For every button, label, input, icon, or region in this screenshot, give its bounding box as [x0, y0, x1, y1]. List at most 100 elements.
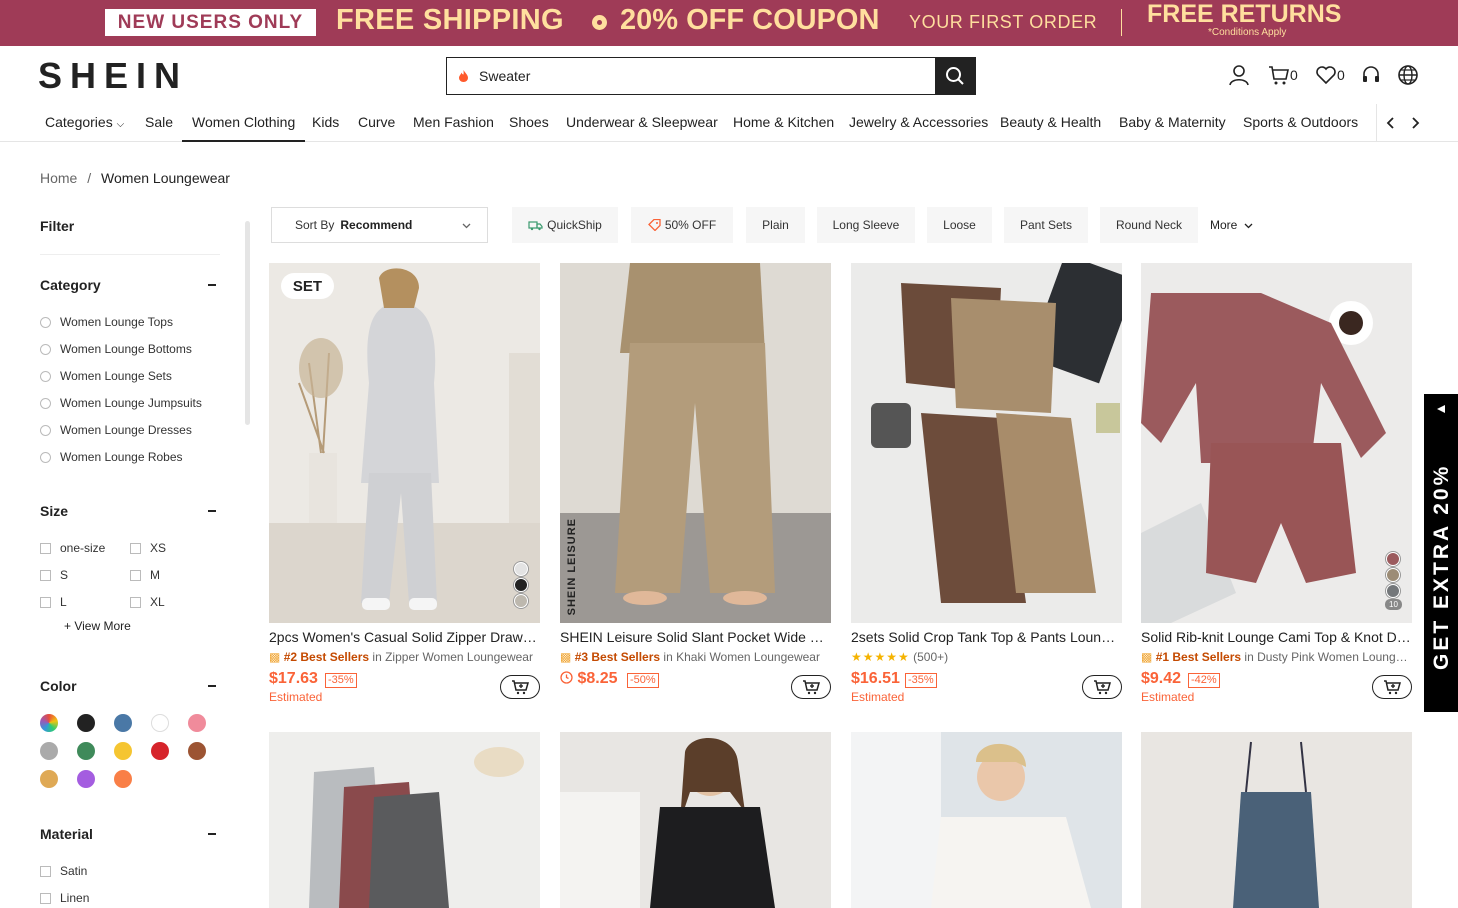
search-bar[interactable]	[446, 57, 976, 95]
color-swatch[interactable]	[114, 770, 132, 788]
filter-chip-long-sleeve[interactable]: Long Sleeve	[817, 207, 915, 243]
nav-sale[interactable]: Sale	[145, 104, 173, 142]
category-option[interactable]: Women Lounge Jumpsuits	[40, 396, 202, 410]
color-swatch[interactable]	[40, 742, 58, 760]
filter-chip-50-off[interactable]: 50% OFF	[631, 207, 733, 243]
search-button[interactable]	[935, 58, 975, 94]
product-image[interactable]	[560, 732, 831, 908]
promo-banner[interactable]: NEW USERS ONLY FREE SHIPPING 20% OFF COU…	[0, 0, 1458, 46]
add-to-cart-button[interactable]	[1082, 675, 1122, 699]
size-option[interactable]: S	[40, 568, 68, 582]
variant-swatch[interactable]	[514, 562, 528, 576]
variant-swatch[interactable]	[514, 594, 528, 608]
product-image[interactable]: SET	[269, 263, 540, 623]
product-image[interactable]: SHEIN LEISURE	[560, 263, 831, 623]
category-option[interactable]: Women Lounge Bottoms	[40, 342, 192, 356]
globe-icon[interactable]	[1397, 63, 1419, 87]
variant-swatch[interactable]	[1386, 568, 1400, 582]
nav-kids[interactable]: Kids	[312, 104, 339, 142]
color-swatch[interactable]	[77, 742, 95, 760]
product-title[interactable]: SHEIN Leisure Solid Slant Pocket Wide Le…	[560, 629, 831, 645]
sidebar-scrollbar[interactable]	[245, 221, 250, 425]
add-to-cart-button[interactable]	[791, 675, 831, 699]
best-seller-line[interactable]: ▩ #2 Best Sellers in Zipper Women Lounge…	[269, 650, 540, 664]
filter-chip-pant-sets[interactable]: Pant Sets	[1004, 207, 1088, 243]
collapse-size-icon[interactable]	[208, 510, 216, 512]
chevron-left-icon[interactable]	[1386, 117, 1396, 129]
more-swatches-count[interactable]: 10	[1385, 599, 1402, 610]
color-swatch[interactable]	[151, 714, 169, 732]
category-option[interactable]: Women Lounge Robes	[40, 450, 183, 464]
product-image[interactable]: 10	[1141, 263, 1412, 623]
nav-categories[interactable]: Categories ⌵	[45, 104, 124, 142]
cart-button[interactable]: 0	[1268, 63, 1298, 87]
size-option[interactable]: one-size	[40, 541, 105, 555]
wishlist-button[interactable]: 0	[1315, 63, 1345, 87]
size-title[interactable]: Size	[40, 503, 68, 519]
nav-shoes[interactable]: Shoes	[509, 104, 549, 142]
material-option[interactable]: Linen	[40, 891, 89, 905]
nav-home-kitchen[interactable]: Home & Kitchen	[733, 104, 834, 142]
category-option[interactable]: Women Lounge Sets	[40, 369, 172, 383]
nav-sports-outdoors[interactable]: Sports & Outdoors	[1243, 104, 1358, 142]
color-swatch[interactable]	[40, 770, 58, 788]
variant-swatch[interactable]	[514, 578, 528, 592]
product-image[interactable]	[851, 263, 1122, 623]
color-swatch[interactable]	[188, 742, 206, 760]
product-title[interactable]: 2sets Solid Crop Tank Top & Pants Lounge…	[851, 629, 1122, 645]
size-option[interactable]: L	[40, 595, 67, 609]
search-input[interactable]	[479, 58, 935, 94]
more-filters-button[interactable]: More	[1210, 218, 1253, 232]
product-image[interactable]	[269, 732, 540, 908]
product-title[interactable]: Solid Rib-knit Lounge Cami Top & Knot De…	[1141, 629, 1412, 645]
color-swatch-multi[interactable]	[40, 714, 58, 732]
support-icon[interactable]	[1360, 63, 1382, 87]
collapse-color-icon[interactable]	[208, 685, 216, 687]
breadcrumb-home[interactable]: Home	[40, 170, 77, 186]
color-swatch[interactable]	[114, 714, 132, 732]
category-option[interactable]: Women Lounge Tops	[40, 315, 173, 329]
side-promo-tab[interactable]: GET EXTRA 20%	[1424, 394, 1458, 712]
add-to-cart-button[interactable]	[1372, 675, 1412, 699]
collapse-material-icon[interactable]	[208, 833, 216, 835]
nav-jewelry-accessories[interactable]: Jewelry & Accessories	[849, 104, 988, 142]
chevron-right-icon[interactable]	[1410, 117, 1420, 129]
best-seller-line[interactable]: ▩ #1 Best Sellers in Dusty Pink Women Lo…	[1141, 650, 1412, 664]
color-swatch[interactable]	[188, 714, 206, 732]
filter-chip-quickship[interactable]: QuickShip	[512, 207, 618, 243]
product-image[interactable]	[851, 732, 1122, 908]
color-swatch[interactable]	[114, 742, 132, 760]
filter-chip-round-neck[interactable]: Round Neck	[1100, 207, 1198, 243]
nav-baby-maternity[interactable]: Baby & Maternity	[1119, 104, 1226, 142]
nav-women-clothing[interactable]: Women Clothing	[182, 104, 306, 142]
size-option[interactable]: M	[130, 568, 160, 582]
sort-dropdown[interactable]: Sort By Recommend	[271, 207, 488, 243]
color-title[interactable]: Color	[40, 678, 77, 694]
category-title[interactable]: Category	[40, 277, 101, 293]
variant-swatch[interactable]	[1386, 584, 1400, 598]
product-title[interactable]: 2pcs Women's Casual Solid Zipper Drawstr…	[269, 629, 540, 645]
add-to-cart-button[interactable]	[500, 675, 540, 699]
color-swatch[interactable]	[151, 742, 169, 760]
size-option[interactable]: XS	[130, 541, 166, 555]
filter-chip-loose[interactable]: Loose	[927, 207, 992, 243]
material-title[interactable]: Material	[40, 826, 93, 842]
variant-swatch[interactable]	[1386, 552, 1400, 566]
rating-line[interactable]: ★★★★★ (500+)	[851, 650, 1122, 664]
nav-underwear-sleepwear[interactable]: Underwear & Sleepwear	[566, 104, 718, 142]
category-option[interactable]: Women Lounge Dresses	[40, 423, 192, 437]
material-option[interactable]: Satin	[40, 864, 87, 878]
view-more-link[interactable]: + View More	[64, 619, 131, 633]
nav-curve[interactable]: Curve	[358, 104, 395, 142]
color-swatch[interactable]	[77, 770, 95, 788]
collapse-category-icon[interactable]	[208, 284, 216, 286]
shein-logo[interactable]: SHEIN	[38, 55, 188, 97]
size-option[interactable]: XL	[130, 595, 165, 609]
nav-men-fashion[interactable]: Men Fashion	[413, 104, 494, 142]
best-seller-line[interactable]: ▩ #3 Best Sellers in Khaki Women Loungew…	[560, 650, 831, 664]
product-image[interactable]	[1141, 732, 1412, 908]
color-swatch[interactable]	[77, 714, 95, 732]
filter-chip-plain[interactable]: Plain	[746, 207, 805, 243]
account-icon[interactable]	[1228, 63, 1250, 87]
nav-beauty-health[interactable]: Beauty & Health	[1000, 104, 1101, 142]
